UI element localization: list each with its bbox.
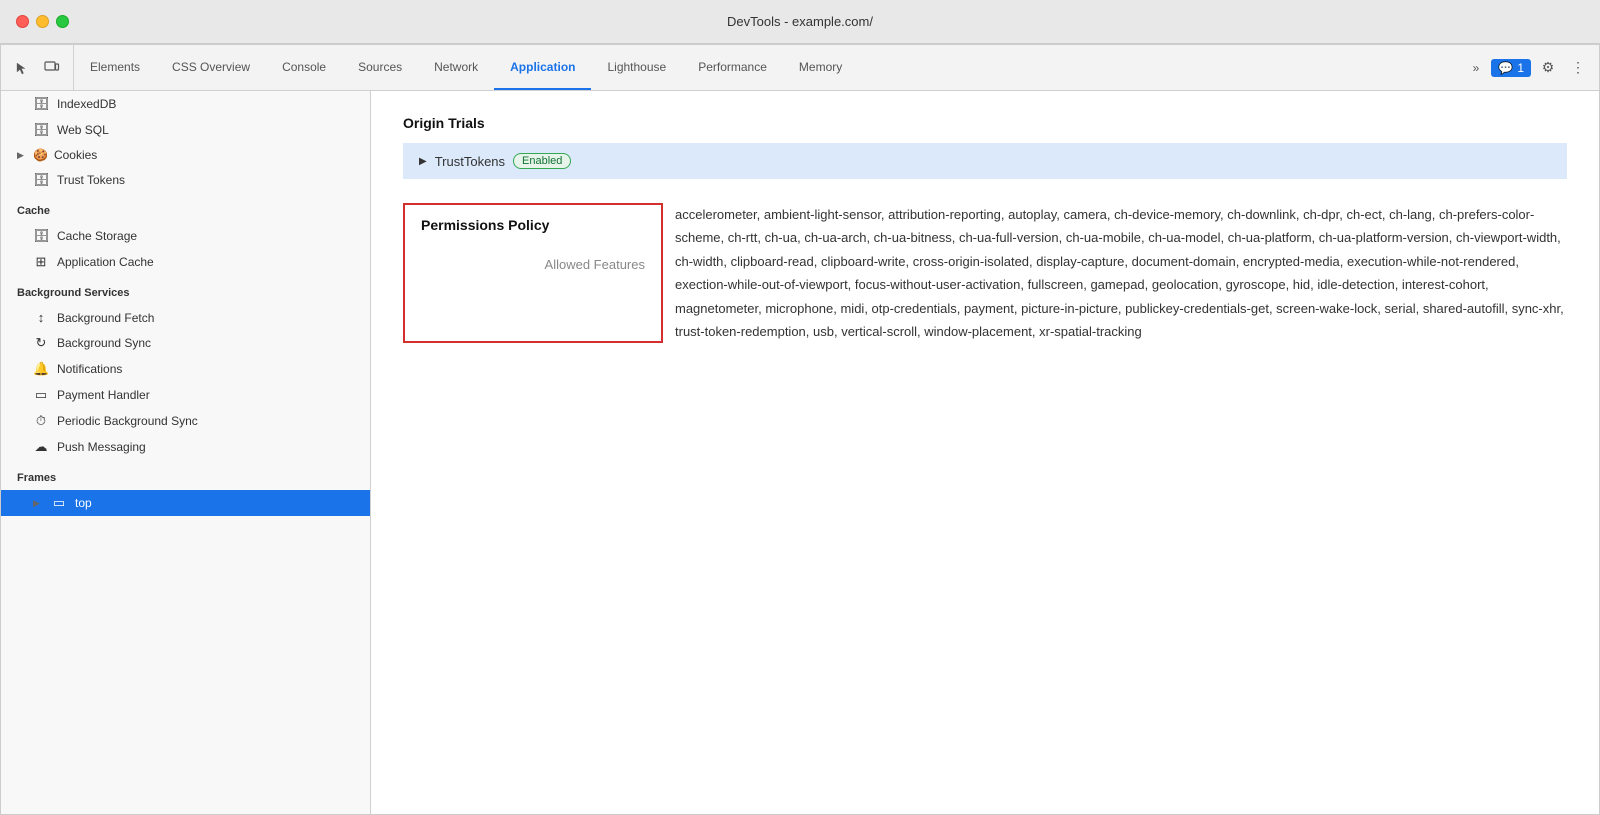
tab-lighthouse[interactable]: Lighthouse (591, 45, 682, 90)
background-fetch-icon: ↕ (33, 310, 49, 325)
cursor-icon[interactable] (9, 55, 35, 81)
sidebar-item-periodic-background-sync-label: Periodic Background Sync (57, 414, 198, 428)
minimize-button[interactable] (36, 15, 49, 28)
tab-performance[interactable]: Performance (682, 45, 783, 90)
main-content: 🗄 IndexedDB 🗄 Web SQL ▶ 🍪 Cookies 🗄 Trus… (1, 91, 1599, 814)
frame-icon: ▭ (51, 495, 67, 511)
close-button[interactable] (16, 15, 29, 28)
sidebar-item-cache-storage[interactable]: 🗄 Cache Storage (1, 223, 370, 249)
allowed-features-label: Allowed Features (421, 257, 645, 272)
permissions-policy-section: Permissions Policy Allowed Features acce… (403, 203, 1567, 343)
sidebar-item-websql-label: Web SQL (57, 123, 109, 137)
cookies-expand-arrow: ▶ (17, 150, 27, 161)
sidebar-item-background-sync[interactable]: ↻ Background Sync (1, 330, 370, 356)
sidebar-item-cache-storage-label: Cache Storage (57, 229, 137, 243)
sidebar-item-application-cache[interactable]: ⊞ Application Cache (1, 249, 370, 275)
chat-icon: 💬 (1498, 61, 1513, 75)
devtools-window: Elements CSS Overview Console Sources Ne… (0, 44, 1600, 815)
window-title: DevTools - example.com/ (727, 14, 873, 29)
sidebar-item-application-cache-label: Application Cache (57, 255, 154, 269)
sidebar-item-top-label: top (75, 496, 92, 510)
background-sync-icon: ↻ (33, 335, 49, 351)
permissions-label-box: Permissions Policy Allowed Features (403, 203, 663, 343)
tab-elements[interactable]: Elements (74, 45, 156, 90)
chat-count: 1 (1517, 61, 1524, 75)
origin-trials-title: Origin Trials (403, 115, 1567, 131)
sidebar: 🗄 IndexedDB 🗄 Web SQL ▶ 🍪 Cookies 🗄 Trus… (1, 91, 371, 814)
sidebar-item-payment-handler[interactable]: ▭ Payment Handler (1, 382, 370, 408)
payment-handler-icon: ▭ (33, 387, 49, 403)
cache-section-label: Cache (1, 193, 370, 223)
tab-bar-right: » 💬 1 ⚙ ⋮ (1457, 45, 1599, 90)
tab-sources[interactable]: Sources (342, 45, 418, 90)
allowed-features-text: accelerometer, ambient-light-sensor, att… (663, 203, 1567, 343)
push-messaging-icon: ☁ (33, 439, 49, 455)
notifications-icon: 🔔 (33, 361, 49, 377)
tab-network[interactable]: Network (418, 45, 494, 90)
sidebar-item-push-messaging-label: Push Messaging (57, 440, 146, 454)
sidebar-item-websql[interactable]: 🗄 Web SQL (1, 117, 370, 143)
title-bar: DevTools - example.com/ (0, 0, 1600, 44)
application-cache-icon: ⊞ (33, 254, 49, 270)
tab-bar: Elements CSS Overview Console Sources Ne… (1, 45, 1599, 91)
indexeddb-icon: 🗄 (33, 96, 49, 112)
sidebar-item-background-fetch-label: Background Fetch (57, 311, 154, 325)
tab-bar-icons (1, 45, 74, 90)
more-options-icon[interactable]: ⋮ (1565, 55, 1591, 81)
sidebar-item-cookies-label: Cookies (54, 148, 97, 162)
sidebar-item-indexeddb-label: IndexedDB (57, 97, 116, 111)
more-tabs-button[interactable]: » (1465, 55, 1488, 81)
sidebar-item-top[interactable]: ▶ ▭ top (1, 490, 370, 516)
device-toolbar-icon[interactable] (39, 55, 65, 81)
sidebar-item-periodic-background-sync[interactable]: ⏱ Periodic Background Sync (1, 408, 370, 434)
trust-tokens-icon: 🗄 (33, 172, 49, 188)
sidebar-item-indexeddb[interactable]: 🗄 IndexedDB (1, 91, 370, 117)
settings-icon[interactable]: ⚙ (1535, 55, 1561, 81)
cookies-icon: 🍪 (33, 148, 48, 162)
sidebar-item-trust-tokens-label: Trust Tokens (57, 173, 125, 187)
trust-tokens-row[interactable]: ▶ TrustTokens Enabled (403, 143, 1567, 179)
content-panel: Origin Trials ▶ TrustTokens Enabled Perm… (371, 91, 1599, 814)
sidebar-item-notifications-label: Notifications (57, 362, 122, 376)
sidebar-item-notifications[interactable]: 🔔 Notifications (1, 356, 370, 382)
sidebar-item-trust-tokens[interactable]: 🗄 Trust Tokens (1, 167, 370, 193)
maximize-button[interactable] (56, 15, 69, 28)
sidebar-item-payment-handler-label: Payment Handler (57, 388, 150, 402)
websql-icon: 🗄 (33, 122, 49, 138)
tab-console[interactable]: Console (266, 45, 342, 90)
background-services-section-label: Background Services (1, 275, 370, 305)
tab-memory[interactable]: Memory (783, 45, 858, 90)
trust-tokens-name: TrustTokens (435, 154, 505, 169)
trust-tokens-expand-icon: ▶ (419, 156, 427, 167)
periodic-sync-icon: ⏱ (33, 413, 49, 429)
sidebar-item-background-fetch[interactable]: ↕ Background Fetch (1, 305, 370, 330)
frames-section-label: Frames (1, 460, 370, 490)
cache-storage-icon: 🗄 (33, 228, 49, 244)
chat-badge[interactable]: 💬 1 (1491, 59, 1531, 77)
tab-css-overview[interactable]: CSS Overview (156, 45, 266, 90)
top-expand-arrow: ▶ (33, 498, 43, 509)
tab-application[interactable]: Application (494, 45, 591, 90)
sidebar-item-background-sync-label: Background Sync (57, 336, 151, 350)
traffic-lights (16, 15, 69, 28)
trust-tokens-status-badge: Enabled (513, 153, 571, 169)
sidebar-item-cookies[interactable]: ▶ 🍪 Cookies (1, 143, 370, 167)
sidebar-item-push-messaging[interactable]: ☁ Push Messaging (1, 434, 370, 460)
permissions-policy-title: Permissions Policy (421, 217, 645, 233)
tabs-container: Elements CSS Overview Console Sources Ne… (74, 45, 1457, 90)
